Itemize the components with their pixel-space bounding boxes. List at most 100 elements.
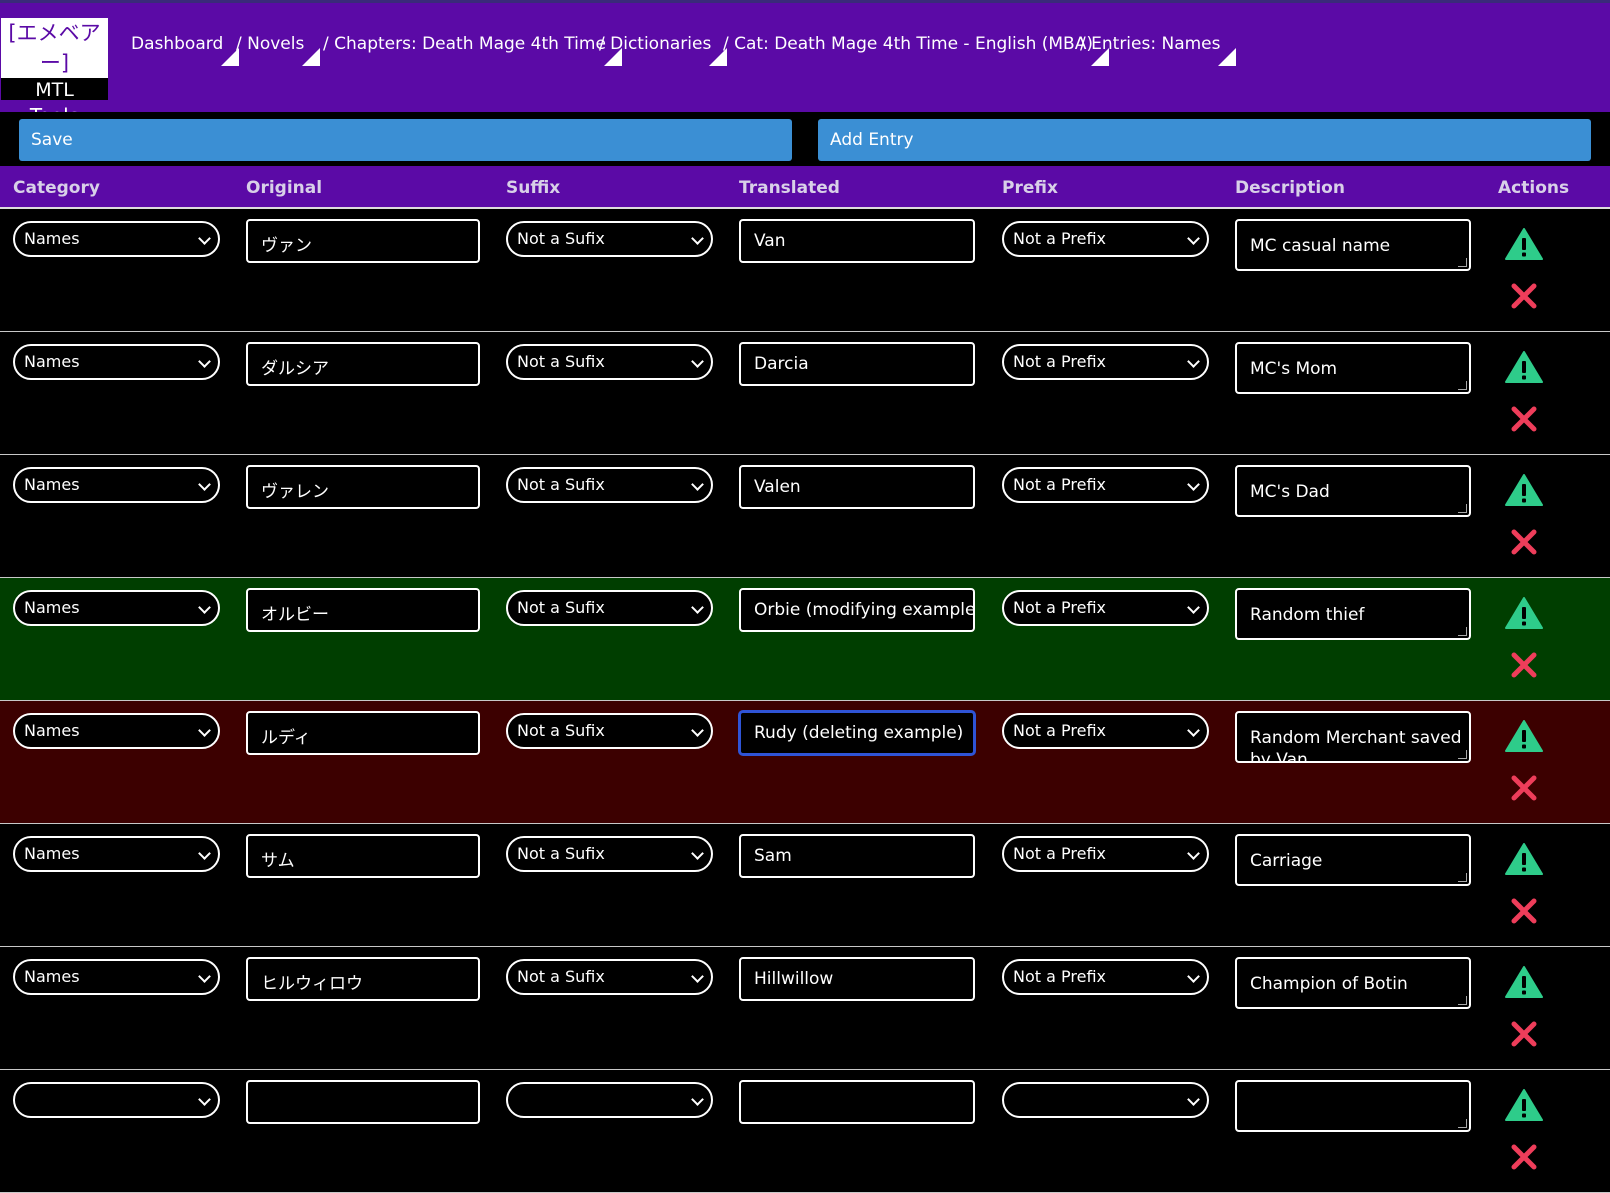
category-select[interactable]: Names: [13, 467, 220, 503]
chevron-down-icon: [1187, 355, 1200, 368]
translated-input[interactable]: Darcia: [739, 342, 975, 386]
add-entry-button[interactable]: Add Entry: [818, 119, 1591, 161]
resize-grip-icon[interactable]: [1458, 996, 1467, 1005]
prefix-select[interactable]: Not a Prefix: [1002, 590, 1209, 626]
category-select[interactable]: Names: [13, 836, 220, 872]
app-logo[interactable]: [エメベアー] MTL Tools: [1, 18, 108, 128]
original-input[interactable]: ヴァン: [246, 219, 480, 263]
original-input[interactable]: ダルシア: [246, 342, 480, 386]
category-select[interactable]: [13, 1082, 220, 1118]
description-textarea[interactable]: Random thief: [1235, 588, 1471, 640]
prefix-select[interactable]: Not a Prefix: [1002, 713, 1209, 749]
breadcrumb-dictionaries[interactable]: / Dictionaries: [599, 34, 728, 66]
description-textarea[interactable]: MC's Dad: [1235, 465, 1471, 517]
corner-triangle-icon: [302, 48, 321, 66]
warning-icon[interactable]: [1505, 227, 1543, 261]
resize-grip-icon[interactable]: [1458, 750, 1467, 759]
delete-icon[interactable]: [1511, 652, 1537, 678]
description-text: Champion of Botin: [1250, 974, 1408, 994]
description-textarea[interactable]: Random Merchant saved by Van: [1235, 711, 1471, 763]
warning-icon[interactable]: [1505, 842, 1543, 876]
table-row: Names サム Not a Sufix Sam Not a Prefix Carriag…: [0, 824, 1610, 947]
prefix-select[interactable]: [1002, 1082, 1209, 1118]
translated-input[interactable]: Valen: [739, 465, 975, 509]
translated-input[interactable]: Rudy (deleting example): [739, 711, 975, 755]
resize-grip-icon[interactable]: [1458, 504, 1467, 513]
delete-icon[interactable]: [1511, 406, 1537, 432]
chevron-down-icon: [691, 601, 704, 614]
description-textarea[interactable]: Carriage: [1235, 834, 1471, 886]
chevron-down-icon: [691, 847, 704, 860]
delete-icon[interactable]: [1511, 898, 1537, 924]
translated-input[interactable]: Hillwillow: [739, 957, 975, 1001]
warning-icon[interactable]: [1505, 719, 1543, 753]
prefix-value: Not a Prefix: [1013, 844, 1106, 863]
description-textarea[interactable]: MC's Mom: [1235, 342, 1471, 394]
suffix-select[interactable]: Not a Sufix: [506, 836, 713, 872]
table-row: Names ダルシア Not a Sufix Darcia Not a Prefix MC…: [0, 332, 1610, 455]
suffix-select[interactable]: [506, 1082, 713, 1118]
original-input[interactable]: サム: [246, 834, 480, 878]
suffix-select[interactable]: Not a Sufix: [506, 467, 713, 503]
breadcrumb-chapters[interactable]: / Chapters: Death Mage 4th Time: [323, 34, 622, 66]
category-select[interactable]: Names: [13, 221, 220, 257]
prefix-select[interactable]: Not a Prefix: [1002, 836, 1209, 872]
table-row: Names ヒルウィロウ Not a Sufix Hillwillow Not a Pr…: [0, 947, 1610, 1070]
resize-grip-icon[interactable]: [1458, 1119, 1467, 1128]
prefix-select[interactable]: Not a Prefix: [1002, 344, 1209, 380]
original-input[interactable]: ヴァレン: [246, 465, 480, 509]
breadcrumb-entries[interactable]: / Entries: Names: [1080, 34, 1237, 66]
suffix-value: Not a Sufix: [517, 598, 605, 617]
delete-icon[interactable]: [1511, 529, 1537, 555]
description-text: MC's Dad: [1250, 482, 1330, 502]
chevron-down-icon: [691, 724, 704, 737]
breadcrumb-label: / Dictionaries: [599, 34, 712, 54]
prefix-select[interactable]: Not a Prefix: [1002, 467, 1209, 503]
description-textarea[interactable]: Champion of Botin: [1235, 957, 1471, 1009]
category-select[interactable]: Names: [13, 590, 220, 626]
warning-icon[interactable]: [1505, 965, 1543, 999]
category-select[interactable]: Names: [13, 344, 220, 380]
column-header-actions: Actions: [1498, 178, 1570, 198]
translated-input[interactable]: Sam: [739, 834, 975, 878]
breadcrumb-novels[interactable]: / Novels: [236, 34, 321, 66]
original-input[interactable]: ヒルウィロウ: [246, 957, 480, 1001]
warning-icon[interactable]: [1505, 596, 1543, 630]
warning-icon[interactable]: [1505, 350, 1543, 384]
delete-icon[interactable]: [1511, 283, 1537, 309]
description-textarea[interactable]: [1235, 1080, 1471, 1132]
suffix-select[interactable]: Not a Sufix: [506, 221, 713, 257]
description-textarea[interactable]: MC casual name: [1235, 219, 1471, 271]
original-input[interactable]: オルビー: [246, 588, 480, 632]
original-input[interactable]: ルディ: [246, 711, 480, 755]
prefix-select[interactable]: Not a Prefix: [1002, 221, 1209, 257]
breadcrumb-dashboard[interactable]: Dashboard: [131, 34, 240, 66]
breadcrumb-category[interactable]: / Cat: Death Mage 4th Time - English (MB…: [723, 34, 1109, 66]
delete-icon[interactable]: [1511, 1021, 1537, 1047]
column-header-original: Original: [246, 178, 323, 198]
resize-grip-icon[interactable]: [1458, 873, 1467, 882]
save-button[interactable]: Save: [19, 119, 792, 161]
resize-grip-icon[interactable]: [1458, 258, 1467, 267]
resize-grip-icon[interactable]: [1458, 381, 1467, 390]
category-select[interactable]: Names: [13, 959, 220, 995]
breadcrumb-label: / Cat: Death Mage 4th Time - English (MB…: [723, 34, 1093, 54]
translated-input[interactable]: Van: [739, 219, 975, 263]
category-select[interactable]: Names: [13, 713, 220, 749]
resize-grip-icon[interactable]: [1458, 627, 1467, 636]
delete-icon[interactable]: [1511, 775, 1537, 801]
warning-icon[interactable]: [1505, 1088, 1543, 1122]
chevron-down-icon: [198, 970, 211, 983]
suffix-select[interactable]: Not a Sufix: [506, 713, 713, 749]
table-row: Names ヴァン Not a Sufix Van Not a Prefix MC cas…: [0, 209, 1610, 332]
description-text: Random Merchant saved by Van: [1250, 728, 1462, 763]
suffix-select[interactable]: Not a Sufix: [506, 959, 713, 995]
chevron-down-icon: [1187, 478, 1200, 491]
delete-icon[interactable]: [1511, 1144, 1537, 1170]
warning-icon[interactable]: [1505, 473, 1543, 507]
prefix-select[interactable]: Not a Prefix: [1002, 959, 1209, 995]
suffix-select[interactable]: Not a Sufix: [506, 344, 713, 380]
translated-input[interactable]: Orbie (modifying example): [739, 588, 975, 632]
chevron-down-icon: [198, 355, 211, 368]
suffix-select[interactable]: Not a Sufix: [506, 590, 713, 626]
